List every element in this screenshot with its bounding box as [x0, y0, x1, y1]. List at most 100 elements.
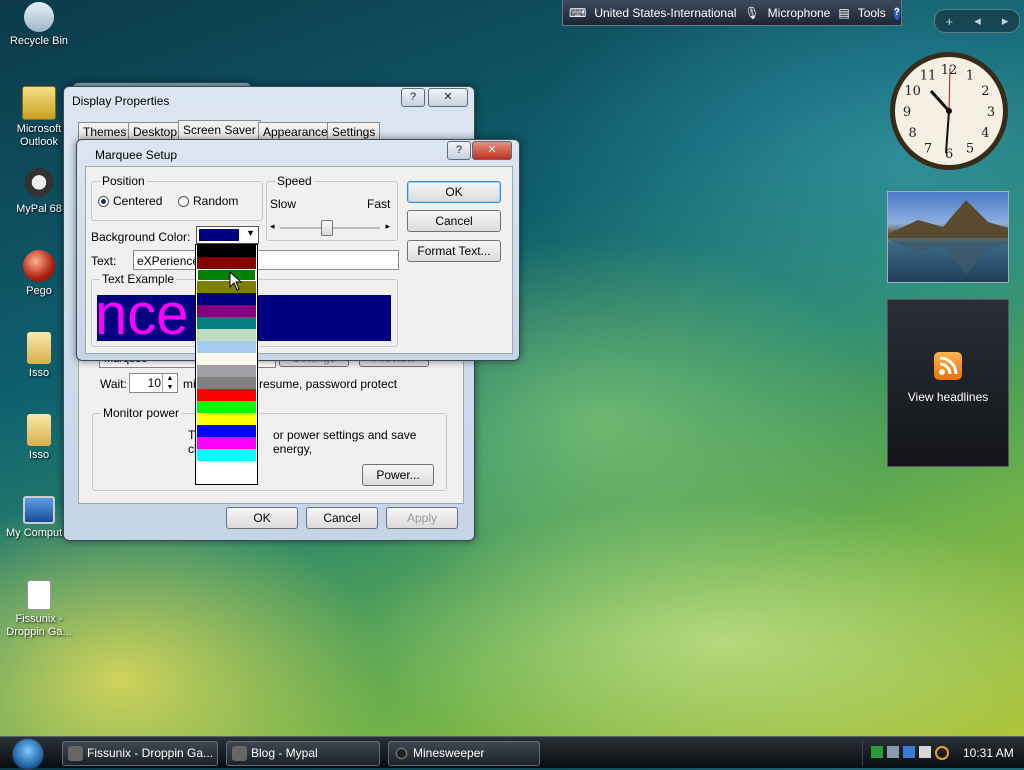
- clock-number: 1: [966, 69, 974, 84]
- slideshow-gadget[interactable]: [887, 191, 1009, 283]
- help-button[interactable]: ?: [447, 141, 471, 160]
- dialog-body: Position Centered Random Speed Slow Fast…: [85, 166, 513, 354]
- color-option[interactable]: [197, 329, 256, 341]
- windows-orb-icon: [12, 738, 44, 770]
- speed-group: Speed Slow Fast ◂ ▸: [266, 174, 398, 241]
- color-option[interactable]: [197, 449, 256, 461]
- clock-time[interactable]: 10:31 AM: [963, 746, 1014, 760]
- power-button[interactable]: Power...: [362, 464, 434, 486]
- prev-gadget-button[interactable]: ◂: [974, 13, 981, 29]
- speed-label: Speed: [275, 174, 314, 188]
- feed-headlines-gadget[interactable]: View headlines: [887, 299, 1009, 467]
- monitor-power-group: Monitor power T cl or power settings and…: [92, 406, 447, 491]
- background-color-label: Background Color:: [91, 230, 191, 244]
- taskbar-button-fissunix[interactable]: Fissunix - Droppin Ga...: [62, 741, 218, 766]
- radio-random[interactable]: Random: [178, 194, 238, 208]
- background-color-select[interactable]: ▼: [196, 226, 259, 244]
- text-input-value: eXPerience: [137, 254, 200, 268]
- mountain-lake-photo: [888, 200, 1008, 274]
- color-option[interactable]: [197, 353, 256, 365]
- clock-number: 12: [941, 63, 958, 78]
- search-icon[interactable]: [935, 746, 949, 760]
- color-dropdown-list[interactable]: [195, 244, 258, 485]
- clock-number: 4: [981, 126, 989, 141]
- color-option[interactable]: [197, 437, 256, 449]
- desktop-icon-recycle-bin[interactable]: Recycle Bin: [0, 2, 78, 48]
- color-option[interactable]: [197, 377, 256, 389]
- slider-thumb[interactable]: [320, 220, 333, 236]
- color-option[interactable]: [197, 389, 256, 401]
- monitor-power-text: or power settings and save energy,: [273, 428, 417, 456]
- notification-area: 10:31 AM: [862, 740, 1024, 766]
- recycle-bin-icon: [24, 2, 54, 32]
- network-icon[interactable]: [871, 746, 883, 758]
- speed-slider[interactable]: ◂ ▸: [270, 220, 390, 236]
- language-tray-icon[interactable]: [903, 746, 915, 758]
- language-button[interactable]: United States-International: [594, 6, 736, 20]
- clock-gadget[interactable]: 12 1 2 3 4 5 6 7 8 9 10 11: [888, 50, 1010, 172]
- wait-label: Wait:: [100, 377, 127, 391]
- color-option[interactable]: [197, 281, 256, 293]
- cancel-button[interactable]: Cancel: [407, 210, 501, 232]
- mp3-file-icon: [27, 580, 51, 610]
- clock-face-icon: 12 1234567891011: [890, 52, 1008, 170]
- color-option[interactable]: [197, 245, 256, 257]
- mypal-icon: [232, 746, 247, 761]
- slider-right-arrow-icon: ▸: [385, 221, 390, 231]
- close-button[interactable]: ✕: [472, 141, 512, 160]
- random-label: Random: [193, 194, 239, 208]
- marquee-setup-dialog: Marquee Setup ? ✕ Position Centered Rand…: [76, 139, 520, 361]
- view-headlines-label[interactable]: View headlines: [888, 390, 1008, 404]
- monitor-power-label: Monitor power: [101, 406, 182, 420]
- next-gadget-button[interactable]: ▸: [1002, 13, 1009, 29]
- color-option[interactable]: [197, 365, 256, 377]
- help-button[interactable]: ?: [401, 88, 425, 107]
- color-option[interactable]: [197, 305, 256, 317]
- ok-button[interactable]: OK: [226, 507, 298, 529]
- color-option[interactable]: [197, 401, 256, 413]
- radio-centered[interactable]: Centered: [98, 194, 162, 208]
- tools-button[interactable]: Tools: [858, 6, 886, 20]
- clock-number: 8: [908, 126, 916, 141]
- help-button[interactable]: ?: [893, 5, 900, 20]
- folder-icon: [27, 332, 51, 364]
- color-option[interactable]: [197, 413, 256, 425]
- add-gadget-button[interactable]: +: [946, 14, 954, 29]
- ok-button[interactable]: OK: [407, 181, 501, 203]
- color-option[interactable]: [197, 425, 256, 437]
- color-option[interactable]: [197, 317, 256, 329]
- cancel-button[interactable]: Cancel: [306, 507, 378, 529]
- color-option[interactable]: [197, 461, 256, 473]
- chevron-down-icon: ▼: [246, 228, 255, 238]
- volume-icon[interactable]: [887, 746, 899, 758]
- wait-spinner[interactable]: 10 ▲ ▼: [129, 373, 178, 393]
- color-option[interactable]: [197, 341, 256, 353]
- radio-button-unchecked: [178, 196, 189, 207]
- radio-button-checked: [98, 196, 109, 207]
- desktop-icon-mp3[interactable]: Fissunix - Droppin Ga...: [0, 580, 78, 639]
- centered-label: Centered: [113, 194, 163, 208]
- microphone-button[interactable]: Microphone: [768, 6, 831, 20]
- clock-number: 3: [987, 105, 995, 120]
- clock-number: 9: [903, 105, 911, 120]
- text-input[interactable]: eXPerience: [133, 250, 399, 270]
- start-button[interactable]: [8, 737, 48, 770]
- taskbar-button-minesweeper[interactable]: Minesweeper: [388, 741, 540, 766]
- apply-button[interactable]: Apply: [386, 507, 458, 529]
- clock-number: 5: [966, 141, 974, 156]
- tray-app-icon[interactable]: [919, 746, 931, 758]
- taskbar: Fissunix - Droppin Ga... Blog - Mypal Mi…: [0, 736, 1024, 770]
- mouse-pointer-icon: [229, 271, 243, 291]
- tools-icon: ▤: [838, 5, 850, 20]
- taskbar-button-blog[interactable]: Blog - Mypal: [226, 741, 380, 766]
- taskbar-button-label: Minesweeper: [413, 746, 485, 760]
- window-title: Display Properties: [72, 94, 170, 108]
- clock-number: 10: [904, 84, 921, 99]
- close-button[interactable]: ✕: [428, 88, 468, 107]
- color-option[interactable]: [197, 293, 256, 305]
- minesweeper-icon: [394, 746, 409, 761]
- color-option[interactable]: [197, 269, 256, 281]
- format-text-button[interactable]: Format Text...: [407, 240, 501, 262]
- color-option[interactable]: [197, 257, 256, 269]
- clock-number: 7: [924, 141, 932, 156]
